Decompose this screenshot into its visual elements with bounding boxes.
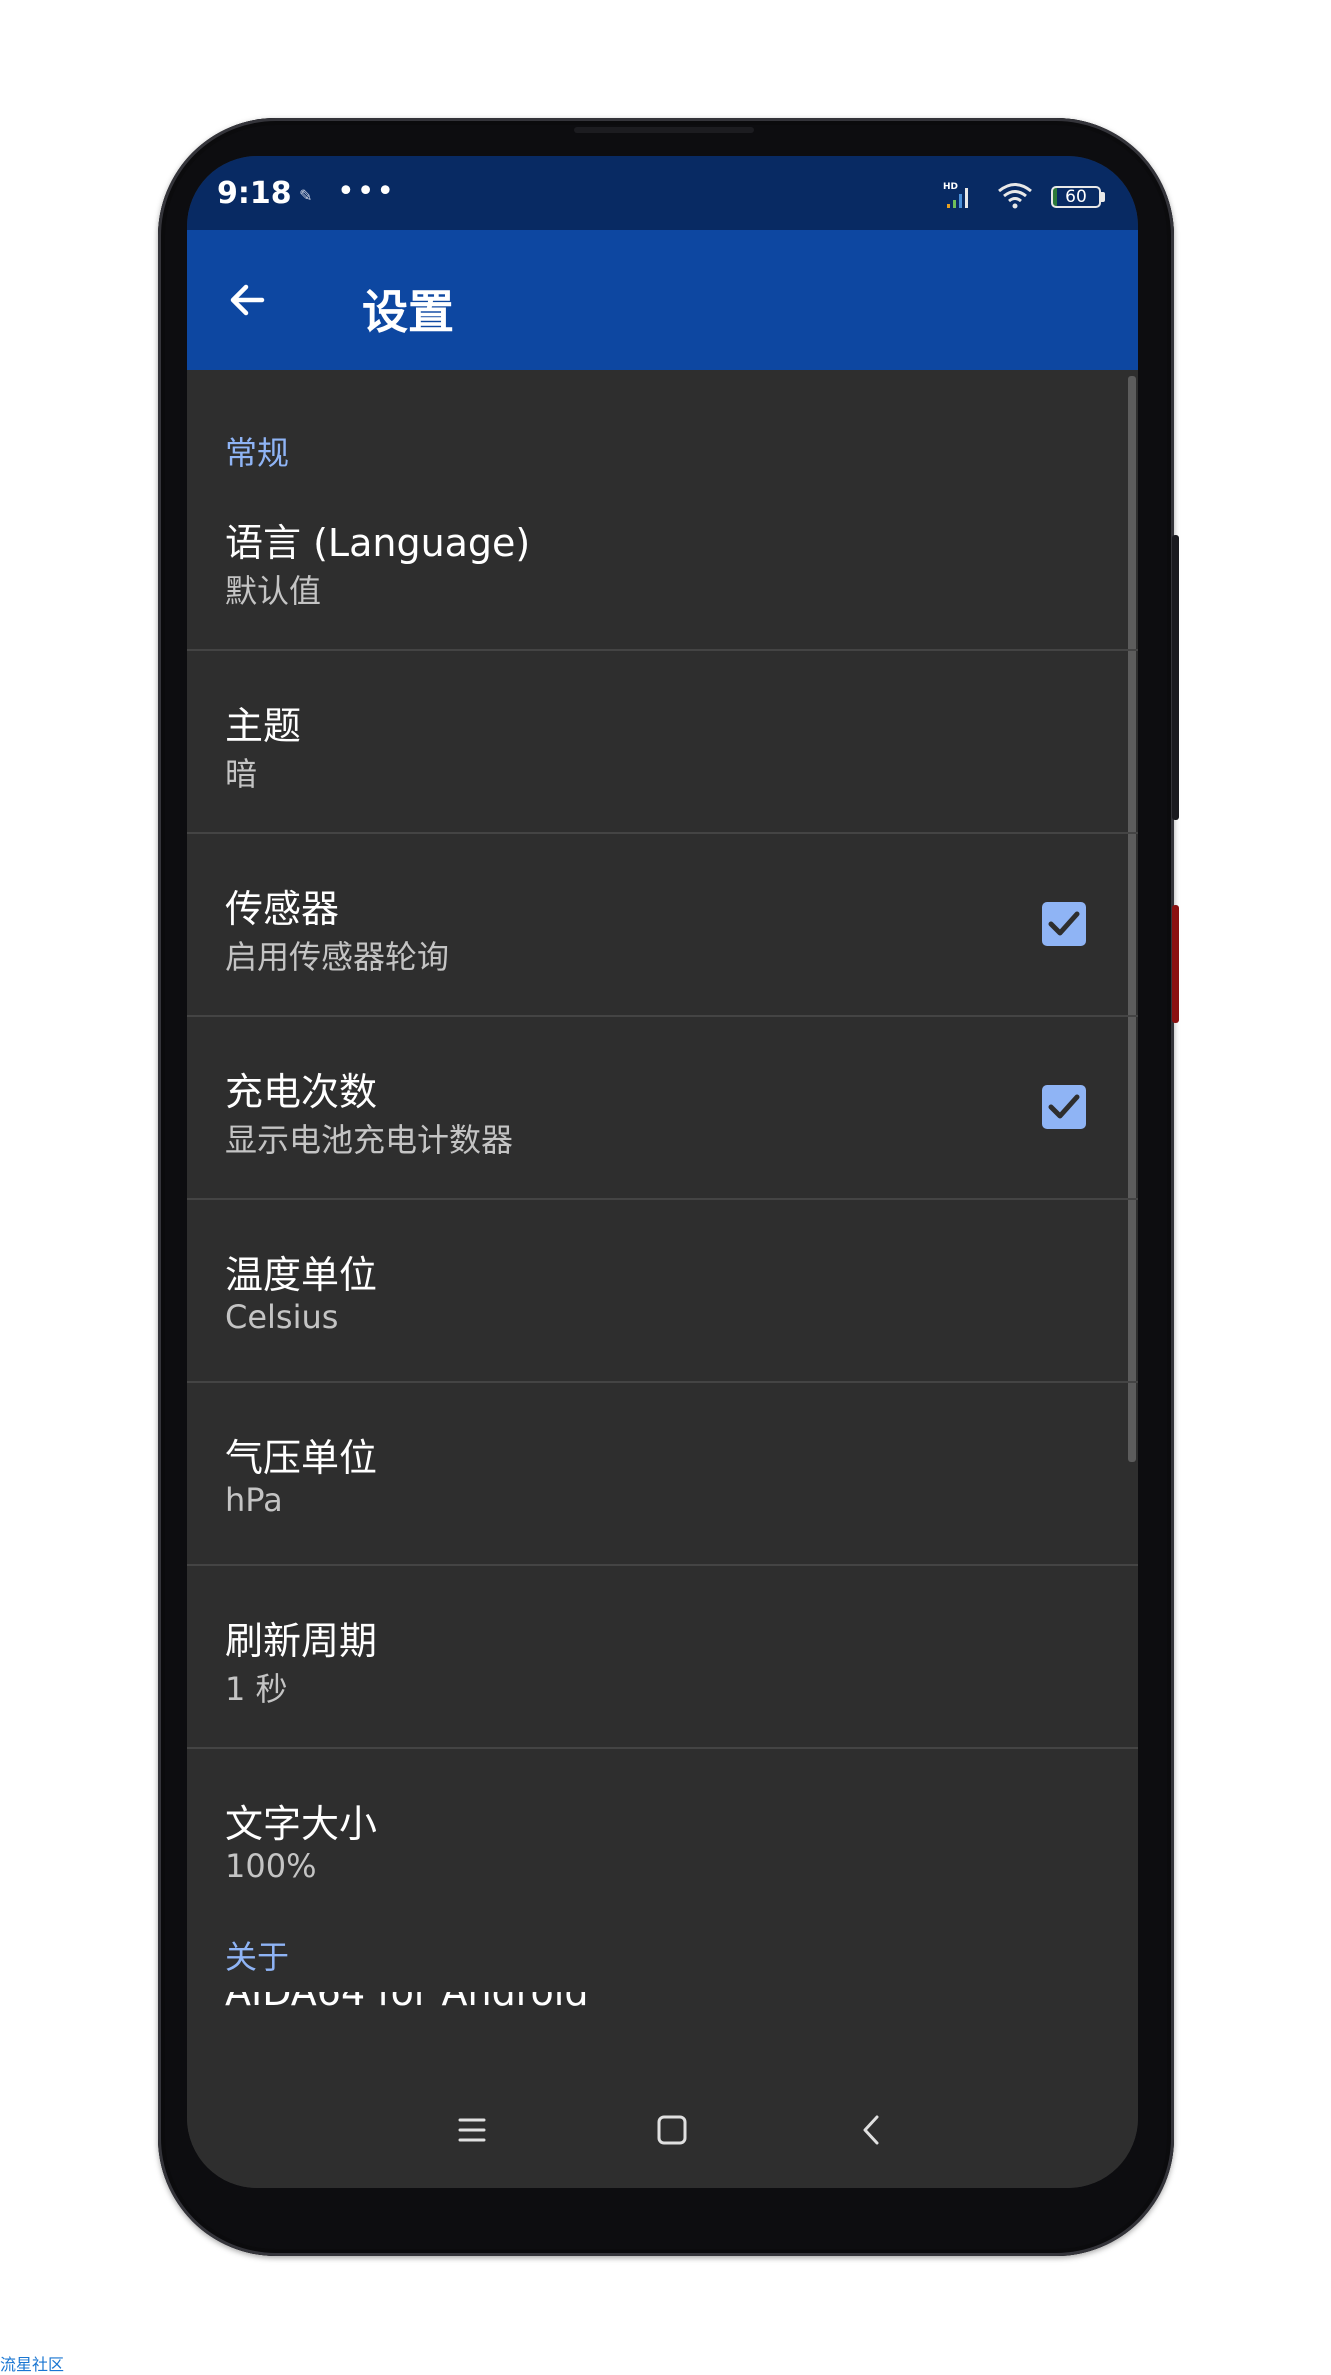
setting-title: 温度单位 xyxy=(225,1253,378,1297)
section-header-about: 关于 xyxy=(225,1938,290,1976)
sensors-checkbox[interactable] xyxy=(1042,902,1086,946)
settings-list[interactable]: 常规 语言 (Language) 默认值 主题 暗 传感器 启用传感器轮询 充电… xyxy=(187,370,1138,2070)
setting-theme[interactable]: 主题 暗 xyxy=(187,651,1138,834)
setting-pressure-unit[interactable]: 气压单位 hPa xyxy=(187,1383,1138,1566)
setting-summary: 100% xyxy=(225,1847,317,1885)
screen: 9:18 ✎ ••• HD 60 设置 常规 语言 (Language) 默认值… xyxy=(187,156,1138,2188)
status-bar: 9:18 ✎ ••• HD 60 xyxy=(187,156,1138,230)
square-home-icon[interactable] xyxy=(642,2100,702,2160)
setting-text-size[interactable]: 文字大小 100% xyxy=(187,1749,1138,1919)
setting-summary: hPa xyxy=(225,1481,283,1519)
about-item-title: AIDA64 for Android xyxy=(225,1992,588,2012)
setting-title: 气压单位 xyxy=(225,1436,378,1480)
setting-title: 主题 xyxy=(225,704,302,748)
setting-summary: 显示电池充电计数器 xyxy=(225,1121,514,1159)
setting-sensors[interactable]: 传感器 启用传感器轮询 xyxy=(187,834,1138,1017)
page-title: 设置 xyxy=(362,285,454,339)
battery-icon: 60 xyxy=(1051,186,1101,208)
app-bar: 设置 xyxy=(187,230,1138,370)
wifi-icon xyxy=(998,183,1032,209)
volume-button xyxy=(1172,535,1179,820)
more-notifications-icon: ••• xyxy=(337,174,397,209)
chevron-left-icon[interactable] xyxy=(842,2100,902,2160)
message-icon: ✎ xyxy=(299,186,313,205)
setting-summary: 默认值 xyxy=(225,572,322,610)
battery-cap xyxy=(1101,192,1105,202)
checkmark-icon xyxy=(1048,911,1080,936)
about-item-partial[interactable]: AIDA64 for Android xyxy=(225,1992,588,2012)
setting-title: 语言 (Language) xyxy=(225,521,531,565)
setting-refresh-period[interactable]: 刷新周期 1 秒 xyxy=(187,1566,1138,1749)
charge-count-checkbox[interactable] xyxy=(1042,1085,1086,1129)
network-type-label: HD xyxy=(943,182,958,192)
navigation-bar xyxy=(187,2070,1138,2188)
signal-icon: HD xyxy=(943,182,968,208)
setting-title: 传感器 xyxy=(225,887,340,931)
setting-title: 刷新周期 xyxy=(225,1619,378,1663)
arrow-left-icon[interactable] xyxy=(222,275,272,325)
speaker-grille xyxy=(574,127,754,133)
status-time: 9:18 xyxy=(217,176,292,211)
setting-title: 充电次数 xyxy=(225,1070,378,1114)
setting-summary: Celsius xyxy=(225,1298,339,1336)
setting-summary: 启用传感器轮询 xyxy=(225,938,450,976)
setting-title: 文字大小 xyxy=(225,1802,378,1846)
setting-summary: 暗 xyxy=(225,755,258,793)
setting-temperature-unit[interactable]: 温度单位 Celsius xyxy=(187,1200,1138,1383)
menu-lines-icon[interactable] xyxy=(442,2100,502,2160)
checkmark-icon xyxy=(1048,1094,1080,1119)
watermark: 流星社区 xyxy=(0,2355,65,2374)
setting-summary: 1 秒 xyxy=(225,1670,288,1708)
setting-language[interactable]: 语言 (Language) 默认值 xyxy=(187,468,1138,651)
battery-level: 60 xyxy=(1065,187,1087,207)
power-button xyxy=(1172,905,1179,1023)
setting-charge-count[interactable]: 充电次数 显示电池充电计数器 xyxy=(187,1017,1138,1200)
